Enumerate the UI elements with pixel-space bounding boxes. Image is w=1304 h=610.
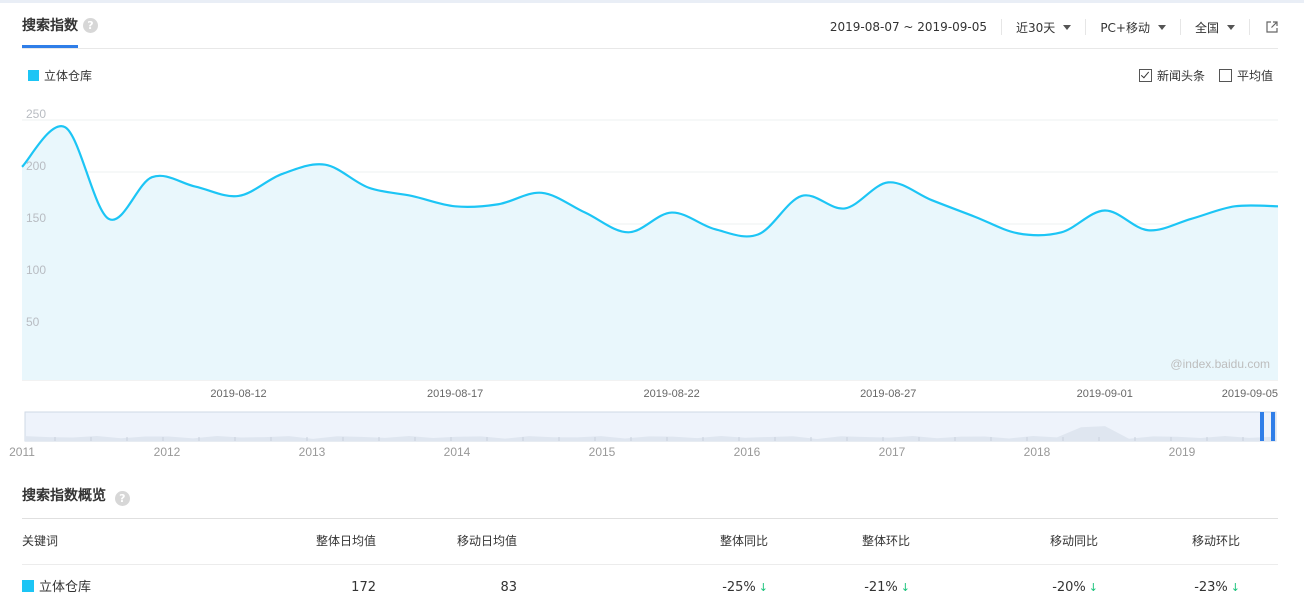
overview-year-label: 2019 [1169,445,1196,459]
x-tick-label: 2019-08-22 [644,388,700,400]
overview-year-label: 2014 [444,445,471,459]
range-slider[interactable]: 2011 2012 2013 2014 2015 2016 2017 2018 2019 [9,411,1277,459]
table-header-row: 关键词 整体日均值 移动日均值 整体同比 整体环比 移动同比 移动环比 [22,519,1278,565]
overview-year-label: 2013 [299,445,326,459]
legend-label: 立体仓库 [44,69,93,83]
keyword-text: 立体仓库 [39,580,92,595]
y-tick-label: 250 [26,107,46,121]
table-row: 立体仓库 172 83 -25% ↓ -21% ↓ -20% ↓ -23% ↓ [22,565,1278,610]
header-controls: 2019-08-07 ~ 2019-09-05 近30天 PC+移动 全国 [816,16,1278,38]
y-tick-label: 50 [26,315,40,329]
device-select[interactable]: PC+移动 [1085,19,1180,35]
overview-table: 关键词 整体日均值 移动日均值 整体同比 整体环比 移动同比 移动环比 立体仓库… [22,518,1278,610]
mobile-mom-value: -23% [1194,580,1228,595]
date-range-picker[interactable]: 2019-08-07 ~ 2019-09-05 [816,19,1001,35]
chevron-down-icon [1157,24,1166,30]
col-mobile-yoy: 移动同比 [1049,534,1098,548]
mobile-avg-cell: 83 [500,580,517,595]
y-tick-label: 100 [26,263,46,277]
col-keyword: 关键词 [22,534,59,548]
region-select[interactable]: 全国 [1179,19,1249,35]
y-tick-label: 150 [26,211,46,225]
overall-mom-value: -21% [864,580,898,595]
overview-year-label: 2012 [154,445,181,459]
chart-header: 搜索指数 ? 2019-08-07 ~ 2019-09-05 近30天 PC+移… [22,10,1278,49]
x-tick-label: 2019-08-12 [210,388,266,400]
checkbox-checked-icon[interactable] [1138,69,1152,82]
slider-handle-left [1260,412,1264,441]
overall-yoy-value: -25% [722,580,756,595]
average-toggle[interactable]: 平均值 [1218,67,1273,84]
trend-chart: 50100150200250 2019-08-12 2019-08-17 2019-… [9,107,1279,459]
arrow-down-icon: ↓ [1088,581,1098,594]
external-link-icon [1266,21,1278,33]
chart-series [21,125,1279,380]
y-tick-label: 200 [26,159,46,173]
device-text: PC+移动 [1100,20,1150,35]
help-icon[interactable]: ? [114,491,130,506]
date-range-text: 2019-08-07 ~ 2019-09-05 [829,20,988,34]
period-text: 近30天 [1016,20,1056,35]
keyword-swatch [22,580,34,592]
mobile-yoy-cell: -20% ↓ [1052,565,1098,610]
series-area [22,126,1278,380]
col-mobile-mom: 移动环比 [1191,534,1240,548]
overview-year-label: 2015 [589,445,616,459]
watermark: @index.baidu.com [1170,357,1270,371]
arrow-down-icon: ↓ [900,581,910,594]
keyword-cell: 立体仓库 [22,565,91,610]
overview-title-text: 搜索指数概览 [22,488,106,504]
external-link-button[interactable] [1249,19,1278,35]
chevron-down-icon [1227,24,1235,30]
x-tick-label: 2019-08-17 [427,388,483,400]
chart-legend[interactable]: 立体仓库 [28,67,92,84]
x-tick-label: 2019-08-27 [860,388,916,400]
mobile-yoy-value: -20% [1052,580,1086,595]
overview-title: 搜索指数概览 ? [22,485,130,506]
col-overall-yoy: 整体同比 [719,534,768,548]
overview-year-label: 2016 [734,445,761,459]
x-tick-label: 2019-09-01 [1077,388,1133,400]
overall-mom-cell: -21% ↓ [864,565,910,610]
title-underline [22,45,78,48]
checkbox-icon[interactable] [1218,69,1232,82]
mobile-mom-cell: -23% ↓ [1194,565,1240,610]
x-axis: 2019-08-12 2019-08-17 2019-08-22 2019-08-27… [210,388,1278,400]
col-overall-mom: 整体环比 [861,534,910,548]
col-overall-avg: 整体日均值 [315,534,376,548]
overall-avg-cell: 172 [351,580,376,595]
legend-swatch [28,70,39,81]
news-label: 新闻头条 [1156,69,1205,83]
x-tick-label: 2019-09-05 [1222,388,1278,400]
top-border [0,0,1304,3]
arrow-down-icon: ↓ [1230,581,1240,594]
average-label: 平均值 [1236,69,1273,83]
overall-yoy-cell: -25% ↓ [722,565,768,610]
help-icon[interactable]: ? [83,18,98,33]
overview-year-label: 2017 [879,445,906,459]
news-toggle[interactable]: 新闻头条 [1138,67,1205,84]
period-select[interactable]: 近30天 [1001,19,1085,35]
slider-handle-right [1271,412,1275,441]
chart-options: 新闻头条 平均值 [1125,67,1273,84]
page-title: 搜索指数 [22,18,78,34]
overview-year-label: 2018 [1024,445,1051,459]
arrow-down-icon: ↓ [758,581,768,594]
col-mobile-avg: 移动日均值 [456,534,517,548]
region-text: 全国 [1194,20,1219,35]
chevron-down-icon [1063,24,1072,30]
overview-year-label: 2011 [9,445,35,459]
